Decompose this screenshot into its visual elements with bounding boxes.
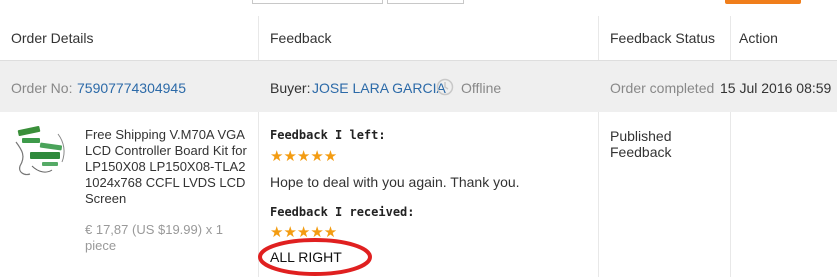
feedback-received-comment: ALL RIGHT	[270, 249, 342, 265]
table-header: Order Details Feedback Feedback Status A…	[0, 16, 837, 60]
buyer-label: Buyer:	[270, 80, 311, 96]
order-number-link[interactable]: 75907774304945	[77, 80, 186, 96]
feedback-left-label: Feedback I left:	[270, 128, 386, 142]
order-detail-row: Free Shipping V.M70A VGA LCD Controller …	[0, 112, 837, 277]
search-button[interactable]	[725, 0, 801, 4]
col-feedback: Feedback	[270, 30, 332, 46]
buyer-online-status: Offline	[461, 80, 502, 96]
clock-icon	[436, 78, 454, 99]
feedback-status-line2: Feedback	[610, 144, 672, 160]
top-toolbar	[0, 0, 837, 5]
product-thumbnail[interactable]	[12, 122, 70, 184]
col-action: Action	[739, 30, 778, 46]
column-divider	[258, 16, 259, 60]
product-price: € 17,87 (US $19.99) x 1 piece	[85, 222, 224, 253]
column-divider	[598, 112, 599, 277]
order-completed-date: 15 Jul 2016 08:59	[720, 80, 832, 96]
feedback-left-stars: ★★★★★	[270, 148, 338, 165]
filter-select[interactable]	[387, 0, 464, 4]
feedback-received-label: Feedback I received:	[270, 205, 415, 219]
buyer-name-link[interactable]: JOSE LARA GARCIA	[312, 80, 446, 96]
feedback-left-comment: Hope to deal with you again. Thank you.	[270, 174, 520, 190]
column-divider	[730, 16, 731, 60]
product-title[interactable]: Free Shipping V.M70A VGA LCD Controller …	[85, 127, 255, 207]
order-no-label: Order No:	[11, 80, 73, 96]
col-feedback-status: Feedback Status	[610, 30, 716, 46]
column-divider	[730, 112, 731, 277]
order-summary-row: Order No: 75907774304945 Buyer: JOSE LAR…	[0, 60, 837, 112]
col-order-details: Order Details	[11, 30, 94, 46]
column-divider	[598, 16, 599, 60]
order-completed-label: Order completed	[610, 80, 715, 96]
search-input[interactable]	[252, 0, 383, 4]
feedback-status-line1: Published	[610, 128, 672, 144]
feedback-status: Published Feedback	[610, 128, 672, 160]
